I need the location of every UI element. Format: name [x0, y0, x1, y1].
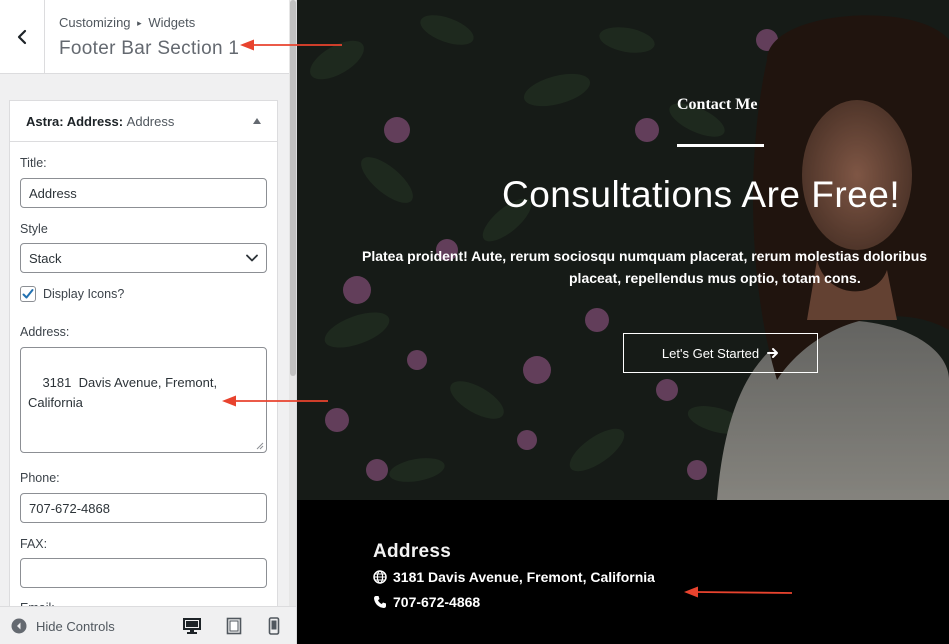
- hero-divider: [677, 144, 764, 147]
- mobile-icon[interactable]: [268, 617, 280, 635]
- fax-label: FAX:: [20, 537, 48, 551]
- resize-grip-icon[interactable]: [256, 442, 264, 450]
- phone-icon: [374, 596, 386, 608]
- breadcrumb-section: Widgets: [148, 15, 196, 30]
- display-icons-option[interactable]: Display Icons?: [20, 286, 124, 302]
- arrow-right-icon: [767, 348, 779, 358]
- hide-controls-button[interactable]: Hide Controls: [11, 607, 115, 644]
- hero-paragraph-line-2: placeat, repellendus mus optio, totam co…: [569, 270, 861, 286]
- customizer-footer: Hide Controls: [0, 606, 296, 644]
- footer-phone-line: 707-672-4868: [373, 594, 480, 610]
- tablet-icon[interactable]: [226, 617, 242, 635]
- desktop-icon[interactable]: [183, 617, 201, 635]
- annotation-arrow-address-field: [222, 395, 328, 407]
- annotation-arrow-title: [240, 39, 342, 51]
- footer-widget-title: Address: [373, 541, 452, 562]
- hide-controls-label: Hide Controls: [36, 618, 115, 634]
- checkmark-icon: [22, 289, 34, 299]
- widget-header-toggle[interactable]: Astra: Address: Address: [10, 101, 277, 142]
- customizer-sidebar: Customizing ▸ Widgets Footer Bar Section…: [0, 0, 297, 644]
- phone-input[interactable]: 707-672-4868: [20, 493, 267, 523]
- footer-phone-text: 707-672-4868: [393, 594, 481, 610]
- footer-bar: Address 3181 Davis Avenue, Fremont, Cali…: [297, 500, 949, 644]
- fax-input[interactable]: [20, 558, 267, 588]
- phone-label: Phone:: [20, 471, 60, 485]
- style-select-value: Stack: [29, 250, 62, 266]
- back-button[interactable]: [0, 0, 45, 73]
- title-label: Title:: [20, 156, 47, 170]
- chevron-left-icon: [17, 29, 27, 44]
- title-input[interactable]: Address: [20, 178, 267, 208]
- circle-arrow-left-icon: [11, 618, 27, 634]
- breadcrumb: Customizing ▸ Widgets: [59, 15, 195, 30]
- chevron-down-icon: [246, 254, 258, 262]
- globe-icon: [373, 570, 387, 584]
- widget-title-type: Astra: Address:: [26, 113, 124, 129]
- customizer-header: Customizing ▸ Widgets Footer Bar Section…: [0, 0, 289, 74]
- address-label: Address:: [20, 325, 70, 339]
- display-icons-checkbox[interactable]: [20, 286, 36, 302]
- hero-section: Contact Me Consultations Are Free! Plate…: [297, 0, 949, 500]
- hero-heading: Consultations Are Free!: [502, 174, 901, 215]
- footer-address-line: 3181 Davis Avenue, Fremont, California: [373, 569, 655, 585]
- display-icons-label: Display Icons?: [43, 287, 125, 301]
- address-textarea-value: 3181 Davis Avenue, Fremont, California: [28, 375, 218, 410]
- footer-address-text: 3181 Davis Avenue, Fremont, California: [393, 569, 655, 585]
- get-started-button[interactable]: Let's Get Started: [623, 333, 818, 373]
- section-title: Footer Bar Section 1: [59, 38, 240, 59]
- widget-title: Astra: Address: Address: [26, 114, 174, 129]
- title-input-value: Address: [29, 185, 77, 201]
- get-started-label: Let's Get Started: [661, 345, 760, 361]
- widget-title-instance: Address: [126, 113, 175, 129]
- caret-up-icon: [253, 118, 261, 124]
- breadcrumb-root: Customizing: [59, 15, 131, 30]
- style-select[interactable]: Stack: [20, 243, 267, 273]
- style-label: Style: [20, 222, 48, 236]
- sidebar-scrollbar[interactable]: [289, 0, 296, 606]
- scrollbar-thumb[interactable]: [290, 0, 296, 376]
- hero-eyebrow: Contact Me: [677, 96, 758, 113]
- breadcrumb-separator: ▸: [137, 18, 142, 28]
- annotation-arrow-footer-output: [684, 586, 793, 598]
- phone-input-value: 707-672-4868: [29, 500, 110, 516]
